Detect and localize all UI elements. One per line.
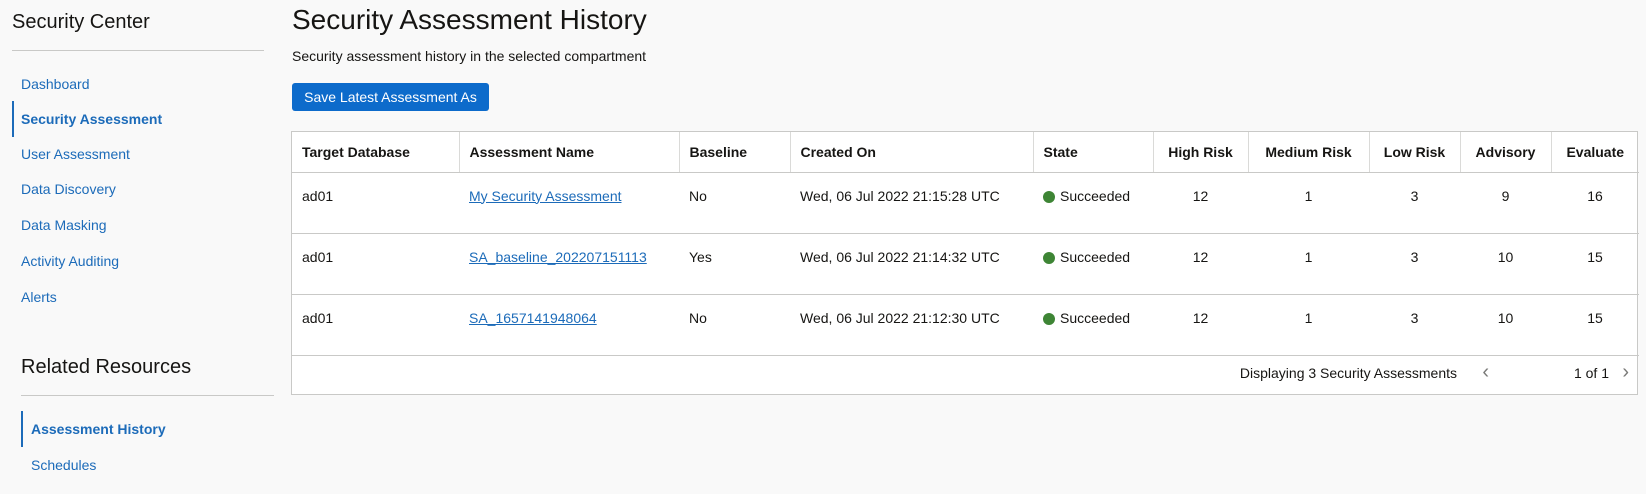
related-item-schedules[interactable]: Schedules (21, 447, 271, 483)
col-header-evaluate[interactable]: Evaluate (1551, 132, 1639, 173)
state-label: Succeeded (1060, 309, 1131, 326)
cell-high-risk: 12 (1153, 233, 1248, 295)
success-status-icon (1043, 251, 1055, 264)
cell-high-risk: 12 (1153, 172, 1248, 234)
page-indicator: 1 of 1 (1573, 365, 1609, 381)
table-footer: Displaying 3 Security Assessments ‹ 1 of… (292, 354, 1637, 394)
cell-baseline: No (679, 294, 790, 356)
chevron-right-icon[interactable]: › (1622, 362, 1629, 382)
cell-state: Succeeded (1033, 172, 1153, 234)
sidebar-item-alerts[interactable]: Alerts (12, 279, 261, 315)
cell-target-database: ad01 (292, 172, 459, 234)
cell-evaluate: 16 (1551, 172, 1639, 234)
cell-created-on: Wed, 06 Jul 2022 21:15:28 UTC (790, 172, 1033, 234)
cell-high-risk: 12 (1153, 294, 1248, 356)
sidebar-item-user-assessment[interactable]: User Assessment (12, 136, 261, 172)
cell-assessment-name: SA_baseline_202207151113 (459, 233, 679, 295)
cell-state: Succeeded (1033, 294, 1153, 356)
cell-medium-risk: 1 (1248, 233, 1369, 295)
col-header-baseline[interactable]: Baseline (679, 132, 791, 173)
cell-advisory: 9 (1460, 172, 1551, 234)
cell-low-risk: 3 (1369, 172, 1460, 234)
col-header-high-risk[interactable]: High Risk (1153, 132, 1249, 173)
related-resources-title: Related Resources (21, 356, 192, 378)
col-header-created-on[interactable]: Created On (790, 132, 1034, 173)
table-header-row: Target Database Assessment Name Baseline… (292, 132, 1639, 173)
cell-baseline: Yes (679, 233, 790, 295)
col-header-low-risk[interactable]: Low Risk (1369, 132, 1461, 173)
cell-medium-risk: 1 (1248, 172, 1369, 234)
assessment-link[interactable]: SA_1657141948064 (469, 310, 597, 326)
cell-state: Succeeded (1033, 233, 1153, 295)
page-title: Security Assessment History (292, 4, 647, 35)
cell-assessment-name: SA_1657141948064 (459, 294, 679, 356)
success-status-icon (1043, 190, 1055, 203)
cell-low-risk: 3 (1369, 294, 1460, 356)
table-row: ad01 My Security Assessment No Wed, 06 J… (292, 172, 1639, 234)
table-row: ad01 SA_baseline_202207151113 Yes Wed, 0… (292, 233, 1639, 295)
cell-medium-risk: 1 (1248, 294, 1369, 356)
page-subtitle: Security assessment history in the selec… (292, 48, 647, 64)
sidebar-item-data-masking[interactable]: Data Masking (12, 207, 261, 243)
cell-created-on: Wed, 06 Jul 2022 21:14:32 UTC (790, 233, 1033, 295)
related-divider (21, 395, 274, 396)
cell-advisory: 10 (1460, 233, 1551, 295)
col-header-target-database[interactable]: Target Database (292, 132, 460, 173)
cell-assessment-name: My Security Assessment (459, 172, 679, 234)
assessment-link[interactable]: My Security Assessment (469, 188, 622, 204)
record-count: Displaying 3 Security Assessments (1239, 365, 1457, 381)
success-status-icon (1043, 312, 1055, 325)
cell-advisory: 10 (1460, 294, 1551, 356)
state-label: Succeeded (1060, 248, 1131, 265)
cell-created-on: Wed, 06 Jul 2022 21:12:30 UTC (790, 294, 1033, 356)
cell-target-database: ad01 (292, 233, 459, 295)
cell-evaluate: 15 (1551, 294, 1639, 356)
sidebar-item-security-assessment[interactable]: Security Assessment (12, 101, 261, 137)
cell-evaluate: 15 (1551, 233, 1639, 295)
col-header-medium-risk[interactable]: Medium Risk (1248, 132, 1370, 173)
cell-baseline: No (679, 172, 790, 234)
col-header-advisory[interactable]: Advisory (1460, 132, 1552, 173)
sidebar-title: Security Center (12, 11, 150, 33)
table-row: ad01 SA_1657141948064 No Wed, 06 Jul 202… (292, 294, 1639, 356)
col-header-assessment-name[interactable]: Assessment Name (459, 132, 680, 173)
chevron-left-icon[interactable]: ‹ (1482, 362, 1489, 382)
assessment-link[interactable]: SA_baseline_202207151113 (469, 249, 647, 265)
sidebar-divider (12, 50, 264, 51)
col-header-state[interactable]: State (1033, 132, 1154, 173)
cell-target-database: ad01 (292, 294, 459, 356)
sidebar-item-dashboard[interactable]: Dashboard (12, 66, 261, 102)
state-label: Succeeded (1060, 187, 1131, 204)
save-latest-assessment-button[interactable]: Save Latest Assessment As (292, 83, 489, 111)
sidebar: Security Center Dashboard Security Asses… (0, 0, 275, 494)
assessment-table: Target Database Assessment Name Baseline… (291, 131, 1639, 395)
sidebar-item-activity-auditing[interactable]: Activity Auditing (12, 243, 261, 279)
cell-low-risk: 3 (1369, 233, 1460, 295)
sidebar-item-data-discovery[interactable]: Data Discovery (12, 171, 261, 207)
related-item-assessment-history[interactable]: Assessment History (21, 411, 271, 447)
